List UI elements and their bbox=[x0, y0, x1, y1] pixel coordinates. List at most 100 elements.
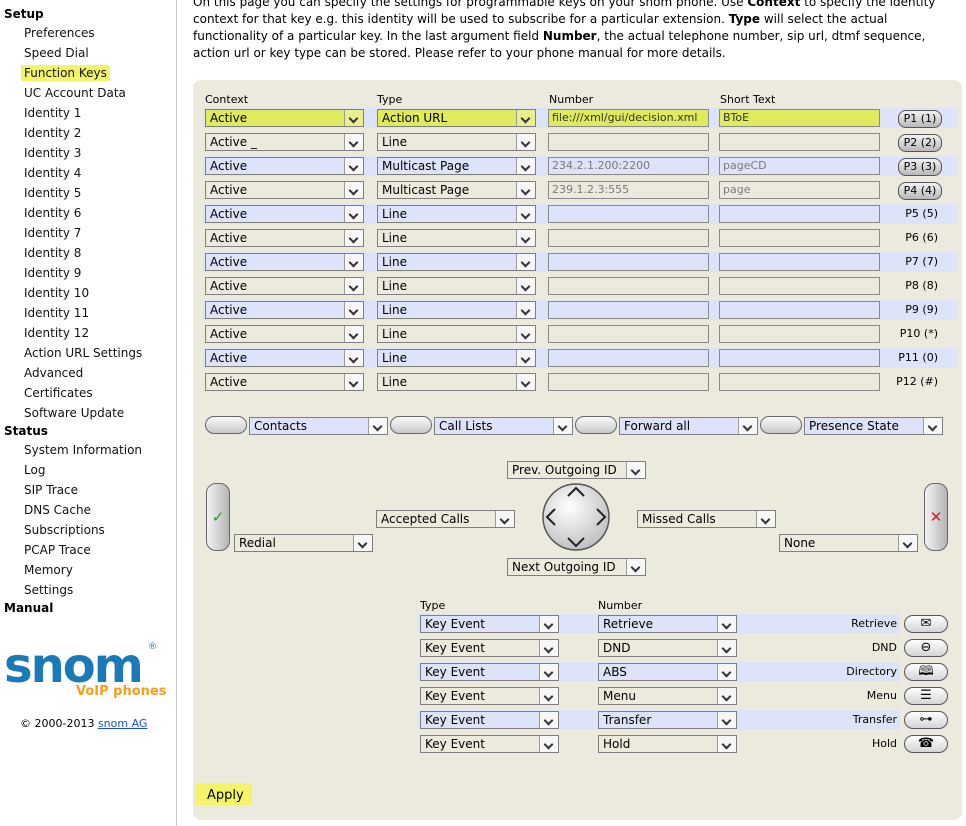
softkey-select[interactable]: Presence State bbox=[804, 417, 943, 435]
number-input[interactable] bbox=[548, 373, 709, 391]
short-text-input[interactable] bbox=[719, 349, 880, 367]
number-input[interactable] bbox=[548, 349, 709, 367]
short-text-input[interactable]: page bbox=[719, 181, 880, 199]
softkey-select[interactable]: Forward all bbox=[619, 417, 758, 435]
sidebar-item-sip-trace[interactable]: SIP Trace bbox=[21, 482, 81, 498]
nav-down-select[interactable]: Next Outgoing ID bbox=[507, 558, 646, 576]
fixed-key-button[interactable]: ☰ bbox=[904, 687, 948, 705]
sidebar-item-identity-5[interactable]: Identity 5 bbox=[21, 185, 84, 201]
pkey-button[interactable]: P3 (3) bbox=[898, 158, 942, 176]
fixed-number-select[interactable]: ABS bbox=[598, 663, 737, 681]
sidebar-item-identity-10[interactable]: Identity 10 bbox=[21, 285, 92, 301]
number-input[interactable] bbox=[548, 229, 709, 247]
fixed-type-select[interactable]: Key Event bbox=[420, 735, 559, 753]
number-input[interactable]: 239.1.2.3:555 bbox=[548, 181, 709, 199]
navigation-pad[interactable] bbox=[539, 482, 613, 552]
fixed-key-button[interactable]: ✉ bbox=[904, 615, 948, 633]
nav-right-select[interactable]: Missed Calls bbox=[637, 510, 776, 528]
sidebar-item-identity-2[interactable]: Identity 2 bbox=[21, 125, 84, 141]
short-text-input[interactable] bbox=[719, 133, 880, 151]
context-select[interactable]: Active bbox=[205, 373, 364, 391]
context-select[interactable]: Active _ bbox=[205, 133, 364, 151]
copyright-link[interactable]: snom AG bbox=[98, 717, 148, 730]
fixed-key-button[interactable]: ⊖ bbox=[904, 639, 948, 657]
red-key-select[interactable]: None bbox=[779, 534, 918, 552]
sidebar-item-speed-dial[interactable]: Speed Dial bbox=[21, 45, 92, 61]
sidebar-item-settings[interactable]: Settings bbox=[21, 582, 76, 598]
sidebar-item-function-keys[interactable]: Function Keys bbox=[21, 65, 110, 81]
softkey-select[interactable]: Call Lists bbox=[434, 417, 573, 435]
green-key-select[interactable]: Redial bbox=[234, 534, 373, 552]
softkey-select[interactable]: Contacts bbox=[249, 417, 388, 435]
pkey-button[interactable]: P4 (4) bbox=[898, 182, 942, 200]
type-select[interactable]: Multicast Page bbox=[377, 157, 536, 175]
pkey-button[interactable]: P2 (2) bbox=[898, 134, 942, 152]
softkey-button[interactable] bbox=[205, 416, 247, 434]
type-select[interactable]: Line bbox=[377, 325, 536, 343]
context-select[interactable]: Active bbox=[205, 157, 364, 175]
number-input[interactable]: file:///xml/gui/decision.xml bbox=[548, 109, 709, 127]
fixed-key-button[interactable]: 🕮 bbox=[904, 663, 948, 681]
type-select[interactable]: Action URL bbox=[377, 109, 536, 127]
pkey-button[interactable]: P1 (1) bbox=[898, 110, 942, 128]
fixed-key-button[interactable]: ☎ bbox=[904, 735, 948, 753]
fixed-number-select[interactable]: Transfer bbox=[598, 711, 737, 729]
fixed-type-select[interactable]: Key Event bbox=[420, 663, 559, 681]
number-input[interactable] bbox=[548, 325, 709, 343]
type-select[interactable]: Line bbox=[377, 373, 536, 391]
short-text-input[interactable] bbox=[719, 373, 880, 391]
context-select[interactable]: Active bbox=[205, 109, 364, 127]
type-select[interactable]: Line bbox=[377, 301, 536, 319]
fixed-type-select[interactable]: Key Event bbox=[420, 639, 559, 657]
sidebar-item-identity-7[interactable]: Identity 7 bbox=[21, 225, 84, 241]
number-input[interactable] bbox=[548, 133, 709, 151]
softkey-button[interactable] bbox=[760, 416, 802, 434]
context-select[interactable]: Active bbox=[205, 277, 364, 295]
type-select[interactable]: Line bbox=[377, 133, 536, 151]
short-text-input[interactable] bbox=[719, 205, 880, 223]
fixed-number-select[interactable]: Hold bbox=[598, 735, 737, 753]
sidebar-item-preferences[interactable]: Preferences bbox=[21, 25, 98, 41]
sidebar-item-identity-8[interactable]: Identity 8 bbox=[21, 245, 84, 261]
sidebar-item-identity-4[interactable]: Identity 4 bbox=[21, 165, 84, 181]
sidebar-item-identity-6[interactable]: Identity 6 bbox=[21, 205, 84, 221]
type-select[interactable]: Line bbox=[377, 229, 536, 247]
number-input[interactable] bbox=[548, 277, 709, 295]
sidebar-item-dns-cache[interactable]: DNS Cache bbox=[21, 502, 94, 518]
sidebar-item-certificates[interactable]: Certificates bbox=[21, 385, 96, 401]
sidebar-item-identity-9[interactable]: Identity 9 bbox=[21, 265, 84, 281]
short-text-input[interactable] bbox=[719, 301, 880, 319]
red-key-button[interactable]: ✕ bbox=[924, 483, 948, 551]
short-text-input[interactable]: pageCD bbox=[719, 157, 880, 175]
nav-left-select[interactable]: Accepted Calls bbox=[376, 510, 515, 528]
number-input[interactable] bbox=[548, 301, 709, 319]
fixed-type-select[interactable]: Key Event bbox=[420, 615, 559, 633]
fixed-type-select[interactable]: Key Event bbox=[420, 687, 559, 705]
sidebar-item-log[interactable]: Log bbox=[21, 462, 48, 478]
number-input[interactable]: 234.2.1.200:2200 bbox=[548, 157, 709, 175]
short-text-input[interactable]: BToE bbox=[719, 109, 880, 127]
sidebar-item-software-update[interactable]: Software Update bbox=[21, 405, 127, 421]
sidebar-item-action-url-settings[interactable]: Action URL Settings bbox=[21, 345, 145, 361]
number-input[interactable] bbox=[548, 205, 709, 223]
sidebar-item-identity-11[interactable]: Identity 11 bbox=[21, 305, 92, 321]
sidebar-item-identity-3[interactable]: Identity 3 bbox=[21, 145, 84, 161]
sidebar-item-pcap-trace[interactable]: PCAP Trace bbox=[21, 542, 94, 558]
context-select[interactable]: Active bbox=[205, 325, 364, 343]
sidebar-item-uc-account-data[interactable]: UC Account Data bbox=[21, 85, 129, 101]
context-select[interactable]: Active bbox=[205, 301, 364, 319]
softkey-button[interactable] bbox=[390, 416, 432, 434]
number-input[interactable] bbox=[548, 253, 709, 271]
green-key-button[interactable]: ✓ bbox=[206, 483, 230, 551]
short-text-input[interactable] bbox=[719, 253, 880, 271]
sidebar-item-subscriptions[interactable]: Subscriptions bbox=[21, 522, 108, 538]
sidebar-item-advanced[interactable]: Advanced bbox=[21, 365, 86, 381]
fixed-number-select[interactable]: Menu bbox=[598, 687, 737, 705]
type-select[interactable]: Line bbox=[377, 205, 536, 223]
sidebar-item-system-information[interactable]: System Information bbox=[21, 442, 145, 458]
context-select[interactable]: Active bbox=[205, 205, 364, 223]
sidebar-item-memory[interactable]: Memory bbox=[21, 562, 76, 578]
softkey-button[interactable] bbox=[575, 416, 617, 434]
short-text-input[interactable] bbox=[719, 325, 880, 343]
type-select[interactable]: Line bbox=[377, 253, 536, 271]
